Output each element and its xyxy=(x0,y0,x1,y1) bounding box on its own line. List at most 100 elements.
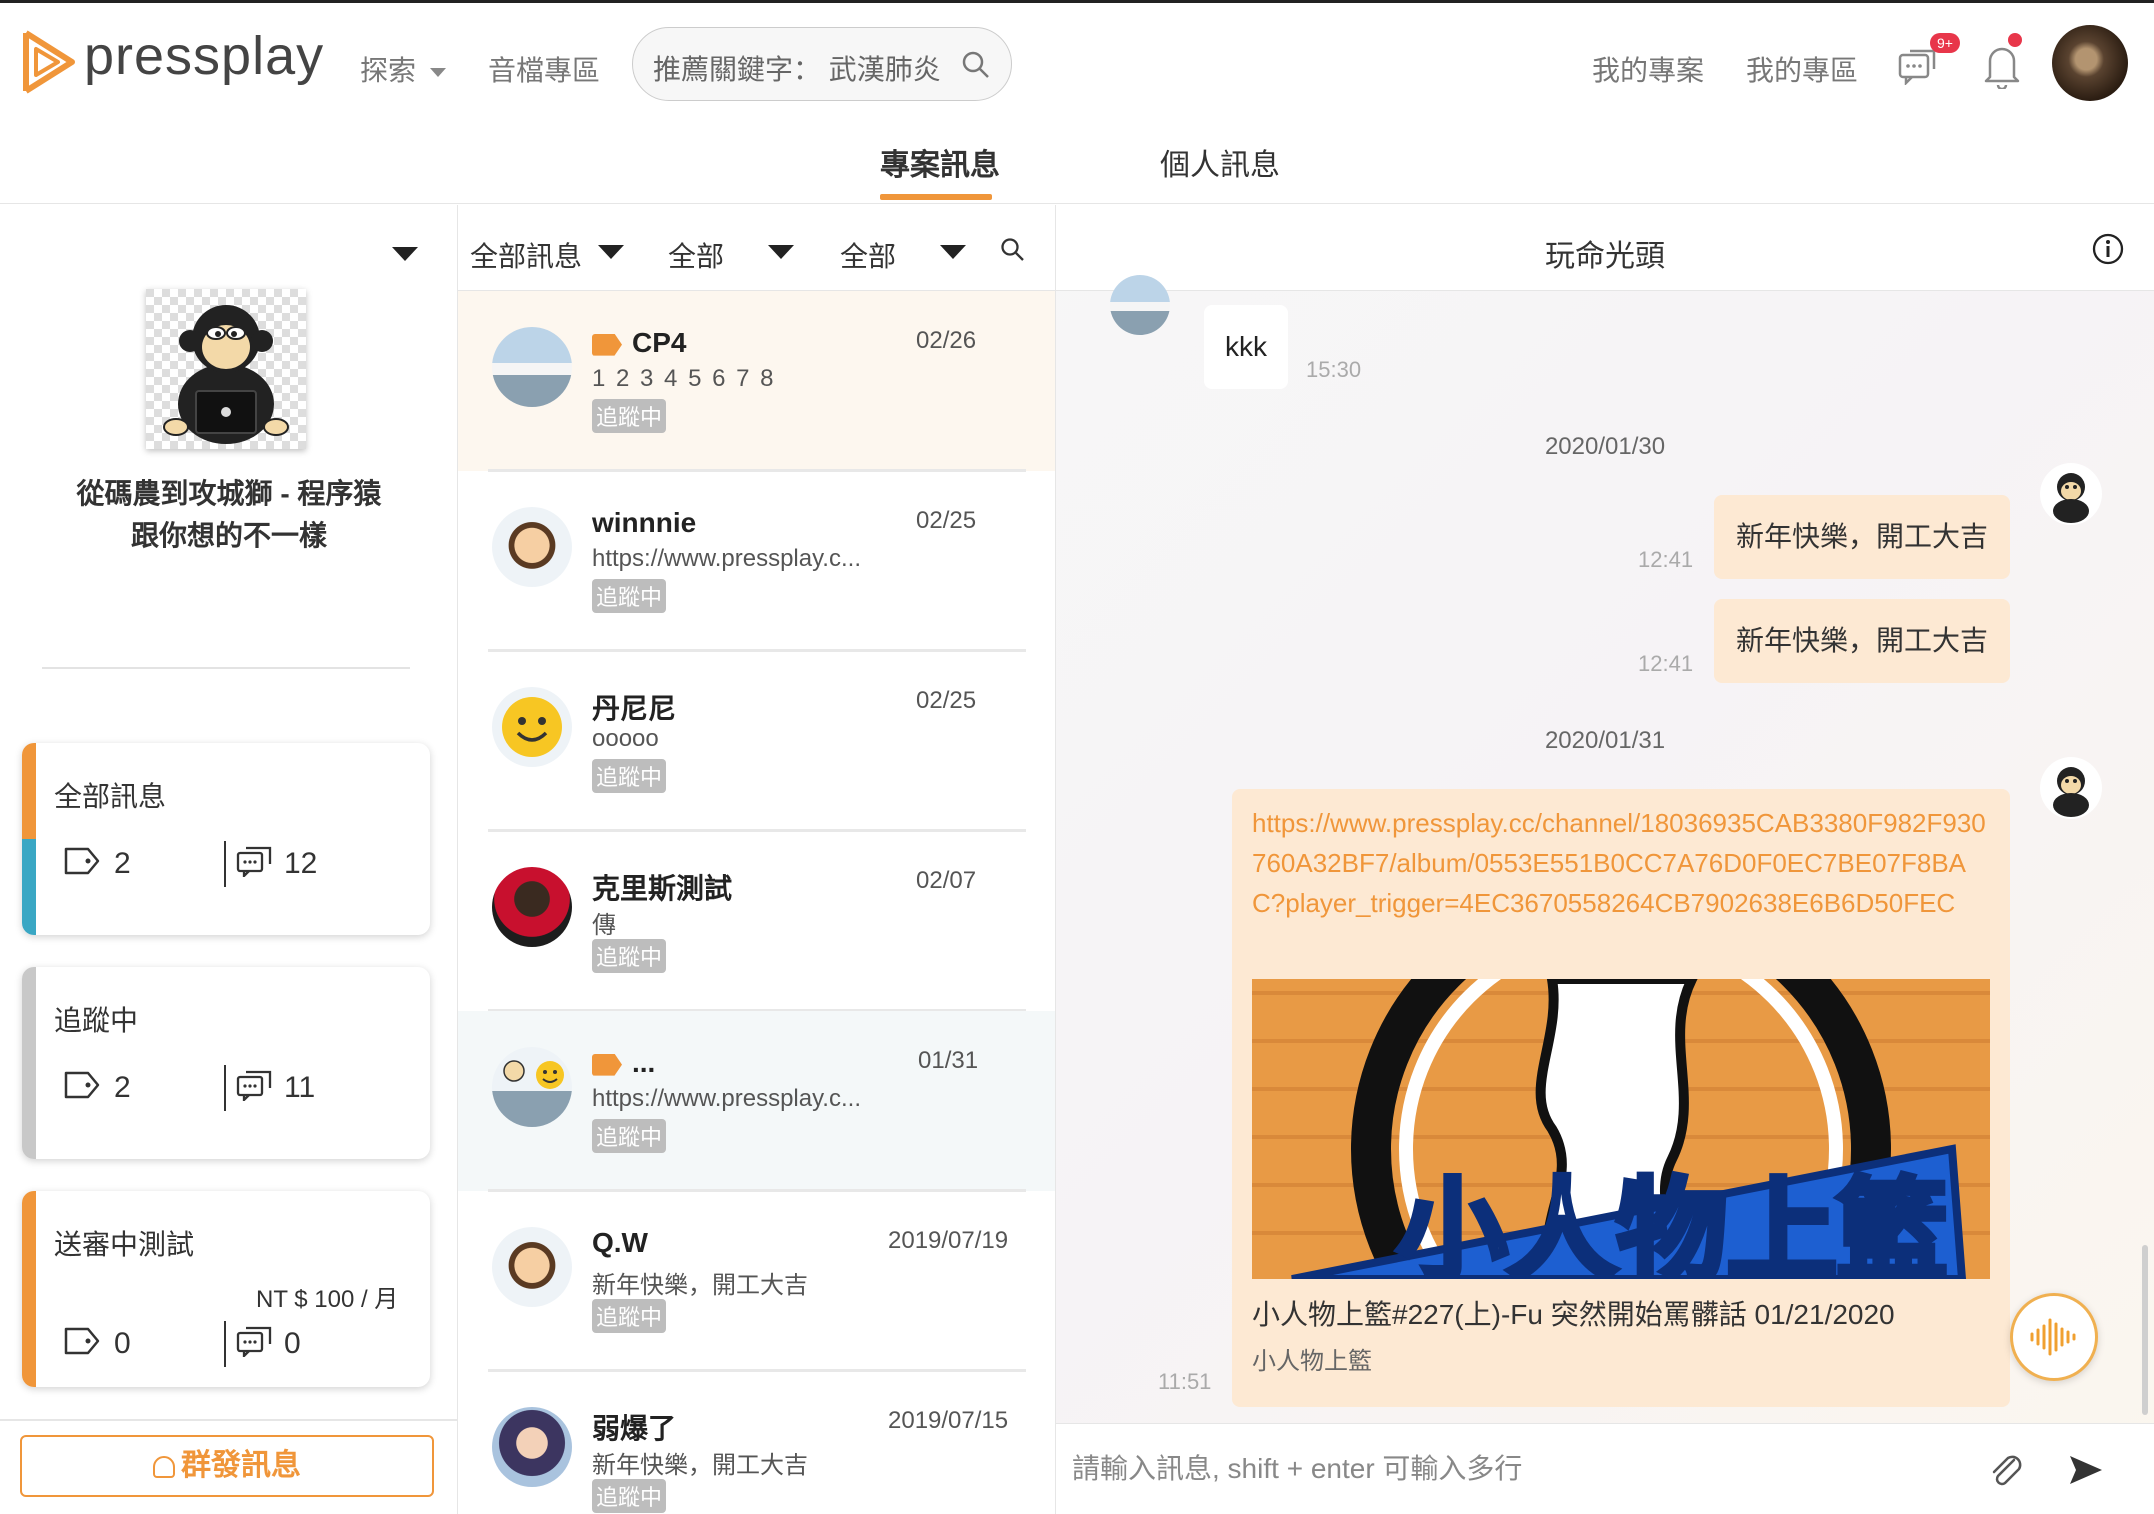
info-icon[interactable] xyxy=(2092,233,2124,265)
card-accent-bar xyxy=(22,743,36,935)
smiley-icon xyxy=(502,697,562,757)
sender-avatar xyxy=(1110,275,1170,335)
tab-personal-messages[interactable]: 個人訊息 xyxy=(1160,140,1280,184)
status-badge: 追蹤中 xyxy=(592,939,667,973)
filter-card-all[interactable]: 全部訊息 2 12 xyxy=(22,743,430,935)
card-price: NT $ 100 / 月 xyxy=(256,1286,399,1313)
user-icon xyxy=(153,1456,175,1479)
chevron-down-icon[interactable] xyxy=(940,245,966,259)
monkey-mascot-icon xyxy=(146,289,306,449)
filter-card-tracking[interactable]: 追蹤中 2 11 xyxy=(22,967,430,1159)
tag-label-icon xyxy=(592,333,622,356)
search-icon[interactable] xyxy=(1000,237,1026,263)
conversation-avatar xyxy=(492,327,572,407)
conversation-name: ... xyxy=(592,1047,655,1079)
conversation-preview: 1 2 3 4 5 6 7 8 xyxy=(592,365,776,392)
conversation-preview: https://www.pressplay.c... xyxy=(592,1085,861,1112)
chat-icon xyxy=(236,1326,272,1357)
link-preview-title[interactable]: 小人物上籃#227(上)-Fu 突然開始罵髒話 01/21/2020 xyxy=(1252,1293,1895,1333)
conversation-avatar xyxy=(492,1047,572,1127)
conversation-item[interactable]: 丹尼尼 02/25 ooooo 追蹤中 xyxy=(458,651,1055,831)
chat-icon xyxy=(236,1070,272,1101)
send-icon[interactable] xyxy=(2066,1450,2106,1490)
card-title: 送審中測試 xyxy=(54,1229,195,1260)
conversation-item[interactable]: CP4 02/26 1 2 3 4 5 6 7 8 追蹤中 xyxy=(458,291,1055,471)
nav-my-projects[interactable]: 我的專案 xyxy=(1592,49,1704,89)
card-message-count: 12 xyxy=(284,847,318,880)
conversation-item[interactable]: 弱爆了 2019/07/15 新年快樂，開工大吉 追蹤中 xyxy=(458,1371,1055,1514)
bell-icon[interactable] xyxy=(1982,41,2022,89)
filter-card-review[interactable]: 送審中測試 NT $ 100 / 月 0 0 xyxy=(22,1191,430,1387)
sound-wave-icon xyxy=(2030,1318,2076,1356)
conversation-date: 02/07 xyxy=(916,867,977,894)
pressplay-logo-icon[interactable] xyxy=(22,29,78,95)
project-dropdown-icon[interactable] xyxy=(392,247,418,261)
message-time: 12:41 xyxy=(1638,651,1694,676)
paperclip-icon[interactable] xyxy=(1986,1450,2026,1490)
tag-label-icon xyxy=(592,1053,622,1076)
project-cover-image xyxy=(146,289,306,449)
chat-scrollbar[interactable] xyxy=(2142,1245,2148,1415)
conversation-item[interactable]: 克里斯測試 02/07 傳 追蹤中 xyxy=(458,831,1055,1011)
status-badge: 追蹤中 xyxy=(592,759,667,793)
divider xyxy=(42,667,410,669)
status-badge: 追蹤中 xyxy=(592,399,667,433)
card-separator xyxy=(224,841,226,887)
conversation-item[interactable]: ... 01/31 https://www.pressplay.c... 追蹤中 xyxy=(458,1011,1055,1191)
nav-audio[interactable]: 音檔專區 xyxy=(488,49,600,89)
conversation-item[interactable]: winnnie 02/25 https://www.pressplay.c...… xyxy=(458,471,1055,651)
divider xyxy=(0,1419,458,1421)
conversation-item[interactable]: Q.W 2019/07/19 新年快樂，開工大吉 追蹤中 xyxy=(458,1191,1055,1371)
conversation-name: CP4 xyxy=(592,327,686,359)
message-time: 11:51 xyxy=(1158,1369,1212,1394)
filter-message-type[interactable]: 全部訊息 xyxy=(470,235,582,275)
monkey-mascot-icon xyxy=(2053,473,2089,523)
top-header: pressplay 探索 音檔專區 推薦關鍵字： 武漢肺炎 我的專案 我的專區 … xyxy=(0,0,2154,118)
nav-explore[interactable]: 探索 xyxy=(360,49,446,89)
logo-text[interactable]: pressplay xyxy=(84,25,324,87)
basketball-logo-image: 小人物上籃 xyxy=(1291,979,1967,1279)
conversation-date: 02/25 xyxy=(916,507,977,534)
conversation-avatar xyxy=(492,1227,572,1307)
card-tag-count: 2 xyxy=(114,1071,131,1104)
chevron-down-icon[interactable] xyxy=(768,245,794,259)
link-preview-image[interactable]: 小人物上籃 xyxy=(1252,979,1990,1279)
message-time: 15:30 xyxy=(1306,357,1362,382)
status-badge: 追蹤中 xyxy=(592,1299,667,1333)
own-avatar xyxy=(2040,463,2102,525)
card-message-count: 11 xyxy=(284,1071,316,1104)
conversation-date: 02/25 xyxy=(916,687,977,714)
message-input[interactable] xyxy=(1070,1446,1970,1492)
conversation-name: Q.W xyxy=(592,1227,648,1258)
date-separator: 2020/01/30 xyxy=(1544,433,1666,460)
card-separator xyxy=(224,1321,226,1367)
conversation-name: 丹尼尼 xyxy=(592,693,677,724)
card-message-count: 0 xyxy=(284,1327,301,1360)
card-accent-bar xyxy=(22,1191,36,1387)
nav-my-zone[interactable]: 我的專區 xyxy=(1746,49,1858,89)
message-link[interactable]: https://www.pressplay.cc/channel/1803693… xyxy=(1252,803,1996,923)
card-tag-count: 0 xyxy=(114,1327,131,1360)
filter-status[interactable]: 全部 xyxy=(668,235,724,275)
project-title-line2: 跟你想的不一樣 xyxy=(130,520,327,551)
link-preview-site: 小人物上籃 xyxy=(1252,1348,1372,1375)
filter-plan[interactable]: 全部 xyxy=(840,235,896,275)
search-box[interactable]: 推薦關鍵字： 武漢肺炎 xyxy=(632,27,1012,101)
caret-down-icon xyxy=(429,68,446,78)
card-title: 全部訊息 xyxy=(54,781,167,812)
broadcast-button[interactable]: 群發訊息 xyxy=(20,1435,434,1497)
tab-project-messages[interactable]: 專案訊息 xyxy=(880,140,1000,184)
card-tag-count: 2 xyxy=(114,847,131,880)
outgoing-message: 新年快樂，開工大吉 xyxy=(1714,599,2010,683)
preview-image-text: 小人物上籃 xyxy=(1397,1167,1947,1279)
tag-icon xyxy=(64,1071,100,1099)
user-avatar[interactable] xyxy=(2052,25,2128,101)
chat-title: 玩命光頭 xyxy=(1545,240,1665,273)
search-icon[interactable] xyxy=(961,50,991,80)
voice-record-button[interactable] xyxy=(2010,1293,2098,1381)
conversation-list-panel: 全部訊息 全部 全部 CP4 02/26 1 2 3 4 5 6 7 8 追蹤中… xyxy=(458,205,1056,1514)
status-badge: 追蹤中 xyxy=(592,1479,667,1513)
chevron-down-icon[interactable] xyxy=(598,245,624,259)
chat-icon xyxy=(236,846,272,877)
outgoing-message: 新年快樂，開工大吉 xyxy=(1714,495,2010,579)
